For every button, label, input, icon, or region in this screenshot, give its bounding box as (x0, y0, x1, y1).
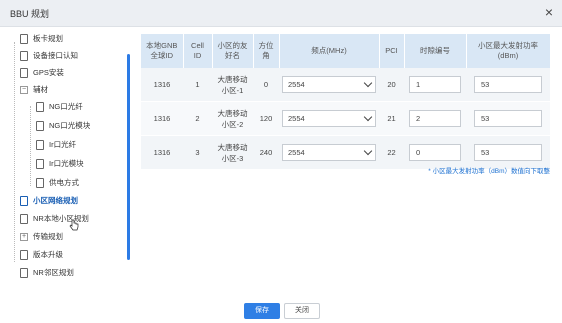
document-icon (20, 268, 28, 279)
power-input[interactable]: 53 (474, 110, 542, 127)
slot-input[interactable]: 2 (409, 110, 461, 127)
dialog-titlebar: BBU 规划 × (0, 0, 562, 27)
document-icon (36, 140, 44, 151)
pci-cell: 20 (379, 68, 404, 102)
tree-item-board-planning[interactable]: 板卡规划 (20, 32, 63, 46)
chevron-down-icon (363, 146, 373, 156)
azimuth-cell: 0 (253, 68, 279, 102)
cell-id-cell: 3 (183, 135, 212, 170)
tree-guide-line-sub (30, 106, 31, 186)
power-cell: 53 (466, 68, 550, 102)
tree-item-nr-neighbor[interactable]: NR邻区规划 (20, 266, 74, 280)
frequency-select[interactable]: 2554 (282, 76, 376, 93)
document-icon (20, 51, 28, 62)
pci-cell: 22 (379, 135, 404, 170)
friendly-name-cell: 大唐移动 小区-3 (212, 135, 253, 170)
chevron-down-icon (363, 78, 373, 88)
tree-item-ng-fiber[interactable]: NG口光纤 (36, 100, 83, 114)
column-header-azimuth: 方位角 (253, 34, 280, 68)
gnb-id-cell: 1316 (141, 68, 183, 102)
planning-tree: 板卡规划 设备接口认知 GPS安装 − 辅材 NG口光纤 NG口光模块 Ir口光纤… (8, 30, 130, 280)
tree-item-ng-module[interactable]: NG口光模块 (36, 119, 90, 133)
frequency-cell: 2554 (279, 101, 379, 136)
close-icon[interactable]: × (545, 4, 553, 20)
tree-item-version-upgrade[interactable]: 版本升级 (20, 248, 63, 262)
tree-item-ir-module[interactable]: Ir口光模块 (36, 157, 84, 171)
column-header-pci: PCI (379, 34, 405, 68)
save-button[interactable]: 保存 (244, 303, 280, 319)
tree-item-cell-network-planning[interactable]: 小区网络规划 (20, 194, 78, 208)
azimuth-cell: 120 (253, 101, 279, 136)
slot-cell: 2 (404, 101, 466, 136)
chevron-down-icon (363, 112, 373, 122)
frequency-select[interactable]: 2554 (282, 110, 376, 127)
pci-cell: 21 (379, 101, 404, 136)
bbu-planning-dialog: BBU 规划 × 板卡规划 设备接口认知 GPS安装 − 辅材 NG口光纤 NG口… (0, 0, 562, 323)
cell-id-cell: 2 (183, 101, 212, 136)
tree-item-power-supply[interactable]: 供电方式 (36, 176, 79, 190)
cell-planning-grid: 本地GNB 全球ID Cell ID 小区的友 好名 方位角 频点(MHz) PCI … (141, 34, 551, 170)
column-header-max-power: 小区最大发射功率 (dBm) (466, 34, 551, 68)
document-icon (20, 250, 28, 261)
dialog-title: BBU 规划 (10, 9, 50, 19)
column-header-gnb-id: 本地GNB 全球ID (141, 34, 184, 68)
close-button[interactable]: 关闭 (284, 303, 320, 319)
table-header-row: 本地GNB 全球ID Cell ID 小区的友 好名 方位角 频点(MHz) PCI … (141, 34, 551, 68)
document-icon (20, 34, 28, 45)
azimuth-cell: 240 (253, 135, 279, 170)
tree-guide-line (14, 42, 15, 262)
column-header-cell-id: Cell ID (183, 34, 213, 68)
gnb-id-cell: 1316 (141, 101, 183, 136)
document-icon (20, 68, 28, 79)
slot-input[interactable]: 0 (409, 144, 461, 161)
document-icon (36, 121, 44, 132)
friendly-name-cell: 大唐移动 小区-2 (212, 101, 253, 136)
dialog-footer: 保存 关闭 (0, 296, 562, 323)
tree-item-transport-planning[interactable]: + 传输规划 (20, 230, 63, 244)
table-row: 1316 2 大唐移动 小区-2 120 2554 21 2 53 (141, 101, 550, 136)
column-header-friendly-name: 小区的友 好名 (212, 34, 254, 68)
tree-item-ir-fiber[interactable]: Ir口光纤 (36, 138, 76, 152)
expand-icon[interactable]: + (20, 233, 28, 242)
power-cell: 53 (466, 101, 550, 136)
document-icon (20, 196, 28, 207)
tree-item-accessories[interactable]: − 辅材 (20, 83, 48, 97)
table-row: 1316 1 大唐移动 小区-1 0 2554 20 1 53 (141, 68, 550, 102)
document-icon (20, 214, 28, 225)
power-rounding-note: * 小区最大发射功率（dBm）数值向下取整 (428, 168, 550, 175)
column-header-frequency: 频点(MHz) (279, 34, 380, 68)
power-input[interactable]: 53 (474, 76, 542, 93)
frequency-cell: 2554 (279, 68, 379, 102)
power-input[interactable]: 53 (474, 144, 542, 161)
cell-id-cell: 1 (183, 68, 212, 102)
slot-input[interactable]: 1 (409, 76, 461, 93)
tree-item-device-interface[interactable]: 设备接口认知 (20, 49, 78, 63)
cell-table: 本地GNB 全球ID Cell ID 小区的友 好名 方位角 频点(MHz) PCI … (141, 34, 551, 170)
document-icon (36, 102, 44, 113)
tree-item-gps-install[interactable]: GPS安装 (20, 66, 64, 80)
tree-scrollbar[interactable] (127, 54, 130, 260)
slot-cell: 1 (404, 68, 466, 102)
collapse-icon[interactable]: − (20, 86, 28, 95)
hand-cursor-icon (69, 219, 79, 231)
frequency-select[interactable]: 2554 (282, 144, 376, 161)
gnb-id-cell: 1316 (141, 135, 183, 170)
document-icon (36, 178, 44, 189)
column-header-slot: 时隙编号 (404, 34, 467, 68)
frequency-cell: 2554 (279, 135, 379, 170)
document-icon (36, 159, 44, 170)
friendly-name-cell: 大唐移动 小区-1 (212, 68, 253, 102)
